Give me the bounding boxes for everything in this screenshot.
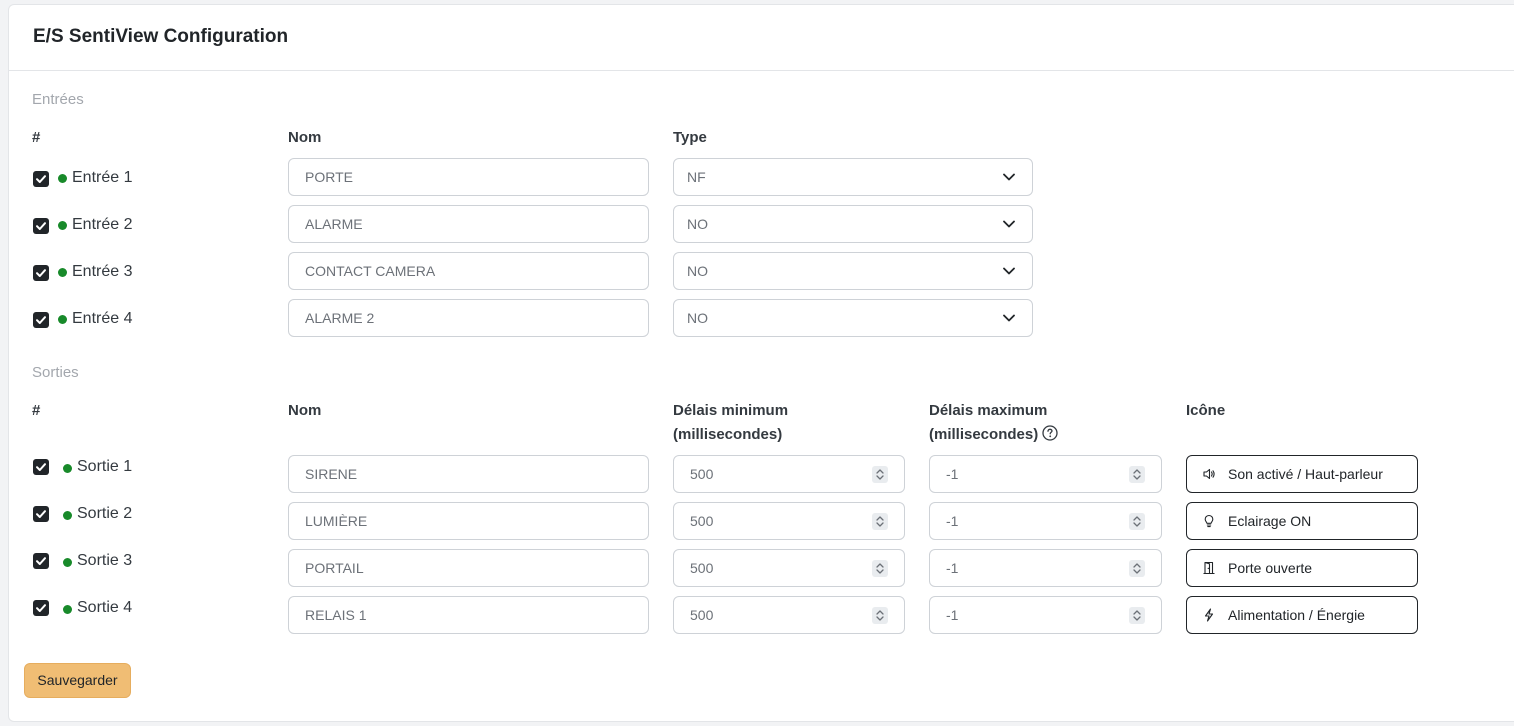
outputs-col-max-delay: Délais maximum (millisecondes): [929, 399, 1058, 447]
output-2-min-delay-field[interactable]: 500: [673, 502, 905, 540]
lightning-icon: [1204, 608, 1214, 622]
output-2-label: Sortie 2: [77, 505, 133, 522]
outputs-col-max-line1: Délais maximum: [929, 402, 1048, 419]
input-2-type-value: NO: [687, 216, 708, 232]
output-1-icon-label: Son activé / Haut-parleur: [1228, 466, 1383, 482]
input-3-name-field[interactable]: CONTACT CAMERA: [288, 252, 649, 290]
help-circle-icon[interactable]: [1042, 425, 1058, 441]
output-1-name-field[interactable]: SIRENE: [288, 455, 649, 493]
outputs-col-icon: Icône: [1186, 402, 1226, 419]
output-2-icon-label: Eclairage ON: [1228, 513, 1312, 529]
output-3-name-field[interactable]: PORTAIL: [288, 549, 649, 587]
output-2-checkbox[interactable]: [33, 506, 49, 522]
inputs-col-hash: #: [32, 129, 41, 146]
output-2-icon-button[interactable]: Eclairage ON: [1186, 502, 1418, 540]
input-4-checkbox[interactable]: [33, 312, 49, 328]
outputs-col-max-line2: (millisecondes): [929, 426, 1039, 443]
spinner-icon[interactable]: [872, 466, 888, 483]
spinner-icon[interactable]: [872, 607, 888, 624]
input-1-checkbox[interactable]: [33, 171, 49, 187]
spinner-icon[interactable]: [1129, 466, 1145, 483]
output-2-status-dot: [63, 511, 72, 520]
output-1-max-delay-field[interactable]: -1: [929, 455, 1162, 493]
input-4-name-field[interactable]: ALARME 2: [288, 299, 649, 337]
outputs-col-min-line1: Délais minimum: [673, 402, 789, 419]
output-4-max-delay-field[interactable]: -1: [929, 596, 1162, 634]
input-2-checkbox[interactable]: [33, 218, 49, 234]
spinner-icon[interactable]: [1129, 513, 1145, 530]
output-2-max-delay-field[interactable]: -1: [929, 502, 1162, 540]
card-header: E/S SentiView Configuration: [9, 5, 1514, 71]
chevron-down-icon: [1003, 220, 1015, 228]
spinner-icon[interactable]: [1129, 560, 1145, 577]
output-4-icon-label: Alimentation / Énergie: [1228, 607, 1365, 623]
output-3-checkbox[interactable]: [33, 553, 49, 569]
inputs-col-type: Type: [673, 129, 707, 146]
output-3-max-delay-field[interactable]: -1: [929, 549, 1162, 587]
spinner-icon[interactable]: [872, 560, 888, 577]
outputs-col-min-delay: Délais minimum (millisecondes): [673, 399, 788, 447]
input-3-checkbox[interactable]: [33, 265, 49, 281]
output-1-status-dot: [63, 464, 72, 473]
output-1-icon-button[interactable]: Son activé / Haut-parleur: [1186, 455, 1418, 493]
output-4-icon-button[interactable]: Alimentation / Énergie: [1186, 596, 1418, 634]
inputs-section-label: Entrées: [32, 91, 84, 108]
input-3-status-dot: [58, 268, 67, 277]
spinner-icon[interactable]: [872, 513, 888, 530]
output-4-min-value: 500: [690, 607, 714, 623]
input-1-label: Entrée 1: [72, 169, 133, 186]
save-button[interactable]: Sauvegarder: [24, 663, 131, 698]
output-3-min-value: 500: [690, 560, 714, 576]
output-1-label: Sortie 1: [77, 458, 133, 475]
input-1-type-select[interactable]: NF: [673, 158, 1033, 196]
output-3-label: Sortie 3: [77, 552, 133, 569]
chevron-down-icon: [1003, 267, 1015, 275]
output-3-status-dot: [63, 558, 72, 567]
spinner-icon[interactable]: [1129, 607, 1145, 624]
inputs-col-name: Nom: [288, 129, 322, 146]
outputs-col-hash: #: [32, 402, 41, 419]
output-3-icon-button[interactable]: Porte ouverte: [1186, 549, 1418, 587]
output-4-max-value: -1: [946, 607, 959, 623]
door-open-icon: [1203, 561, 1215, 575]
page-title: E/S SentiView Configuration: [33, 26, 289, 47]
outputs-col-max-line2-wrap: (millisecondes): [929, 423, 1058, 447]
output-3-min-delay-field[interactable]: 500: [673, 549, 905, 587]
input-3-type-select[interactable]: NO: [673, 252, 1033, 290]
input-4-type-select[interactable]: NO: [673, 299, 1033, 337]
output-1-max-value: -1: [946, 466, 959, 482]
input-4-label: Entrée 4: [72, 310, 133, 327]
output-1-min-delay-field[interactable]: 500: [673, 455, 905, 493]
outputs-col-min-line2: (millisecondes): [673, 426, 783, 443]
input-4-status-dot: [58, 315, 67, 324]
lightbulb-icon: [1204, 514, 1214, 528]
speaker-icon: [1203, 468, 1215, 480]
input-2-name-field[interactable]: ALARME: [288, 205, 649, 243]
input-3-label: Entrée 3: [72, 263, 133, 280]
output-2-max-value: -1: [946, 513, 959, 529]
input-2-label: Entrée 2: [72, 216, 133, 233]
output-4-min-delay-field[interactable]: 500: [673, 596, 905, 634]
chevron-down-icon: [1003, 314, 1015, 322]
input-4-type-value: NO: [687, 310, 708, 326]
output-2-min-value: 500: [690, 513, 714, 529]
output-4-status-dot: [63, 605, 72, 614]
output-1-min-value: 500: [690, 466, 714, 482]
input-2-status-dot: [58, 221, 67, 230]
input-1-type-value: NF: [687, 169, 706, 185]
outputs-col-name: Nom: [288, 402, 322, 419]
output-4-label: Sortie 4: [77, 599, 133, 616]
output-4-name-field[interactable]: RELAIS 1: [288, 596, 649, 634]
output-4-checkbox[interactable]: [33, 600, 49, 616]
chevron-down-icon: [1003, 173, 1015, 181]
input-3-type-value: NO: [687, 263, 708, 279]
output-3-max-value: -1: [946, 560, 959, 576]
input-1-name-field[interactable]: PORTE: [288, 158, 649, 196]
input-2-type-select[interactable]: NO: [673, 205, 1033, 243]
output-3-icon-label: Porte ouverte: [1228, 560, 1313, 576]
output-2-name-field[interactable]: LUMIÈRE: [288, 502, 649, 540]
output-1-checkbox[interactable]: [33, 459, 49, 475]
input-1-status-dot: [58, 174, 67, 183]
outputs-section-label: Sorties: [32, 364, 79, 381]
